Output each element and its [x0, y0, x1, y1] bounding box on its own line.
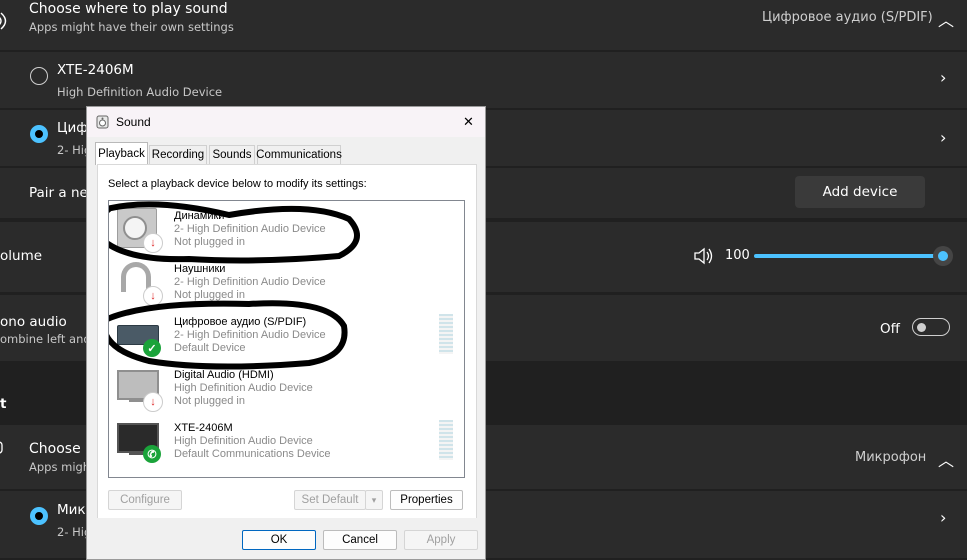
chevron-right-icon[interactable]: › — [940, 508, 946, 527]
close-icon[interactable]: ✕ — [463, 114, 474, 130]
device-list[interactable]: ↓ Динамики 2- High Definition Audio Devi… — [108, 200, 465, 478]
sound-dialog-icon — [96, 115, 109, 129]
instruction-text: Select a playback device below to modify… — [108, 178, 367, 190]
set-default-button[interactable]: Set Default — [294, 490, 366, 510]
output-header-card[interactable]: Choose where to play sound Apps might ha… — [0, 0, 967, 50]
chevron-right-icon[interactable]: › — [940, 68, 946, 87]
output-selected: Цифровое аудио (S/PDIF) — [762, 10, 933, 25]
input-subtitle: Apps might — [29, 460, 95, 474]
configure-button[interactable]: Configure — [108, 490, 182, 510]
chevron-up-icon[interactable]: ︿ — [938, 7, 954, 31]
volume-icon[interactable] — [693, 247, 713, 265]
scribble-annotation — [109, 201, 360, 370]
radio-microphone[interactable] — [30, 507, 48, 525]
radio-xte[interactable] — [30, 67, 48, 85]
dialog-title: Sound — [116, 115, 151, 129]
tab-sounds[interactable]: Sounds — [209, 145, 255, 164]
input-section-heading: t — [0, 396, 7, 412]
volume-slider-thumb-dot — [938, 251, 948, 261]
output-subtitle: Apps might have their own settings — [29, 20, 234, 34]
input-selected: Микрофон — [855, 450, 927, 465]
mono-state: Off — [880, 321, 900, 337]
properties-button[interactable]: Properties — [390, 490, 463, 510]
tab-playback[interactable]: Playback — [95, 142, 148, 165]
chevron-up-icon[interactable]: ︿ — [938, 447, 954, 471]
apply-button[interactable]: Apply — [404, 530, 478, 550]
add-device-button[interactable]: Add device — [795, 176, 925, 208]
device-name: Мик — [57, 502, 86, 518]
device-desc: High Definition Audio Device — [57, 85, 223, 99]
input-title: Choose a — [29, 441, 94, 457]
cancel-button[interactable]: Cancel — [323, 530, 397, 550]
device-name: XTE-2406M — [57, 62, 134, 78]
microphone-icon — [0, 441, 3, 454]
output-title: Choose where to play sound — [29, 1, 228, 17]
volume-slider-track[interactable] — [754, 254, 943, 258]
tab-communications[interactable]: Communications — [256, 145, 342, 164]
volume-label: olume — [0, 248, 43, 264]
mono-label: ono audio — [0, 314, 67, 330]
ok-button[interactable]: OK — [242, 530, 316, 550]
device-name: Циф — [57, 120, 88, 136]
volume-value: 100 — [725, 248, 750, 263]
speaker-icon — [0, 12, 7, 30]
radio-spdif[interactable] — [30, 125, 48, 143]
tab-recording[interactable]: Recording — [149, 145, 207, 164]
dialog-titlebar[interactable]: Sound ✕ — [87, 107, 485, 137]
set-default-dropdown[interactable]: ▾ — [365, 490, 383, 510]
output-device-row-1[interactable]: XTE-2406M High Definition Audio Device › — [0, 52, 967, 108]
mono-toggle-knob — [917, 323, 926, 332]
sound-dialog: Sound ✕ Playback Recording Sounds Commun… — [86, 106, 486, 560]
chevron-right-icon[interactable]: › — [940, 128, 946, 147]
